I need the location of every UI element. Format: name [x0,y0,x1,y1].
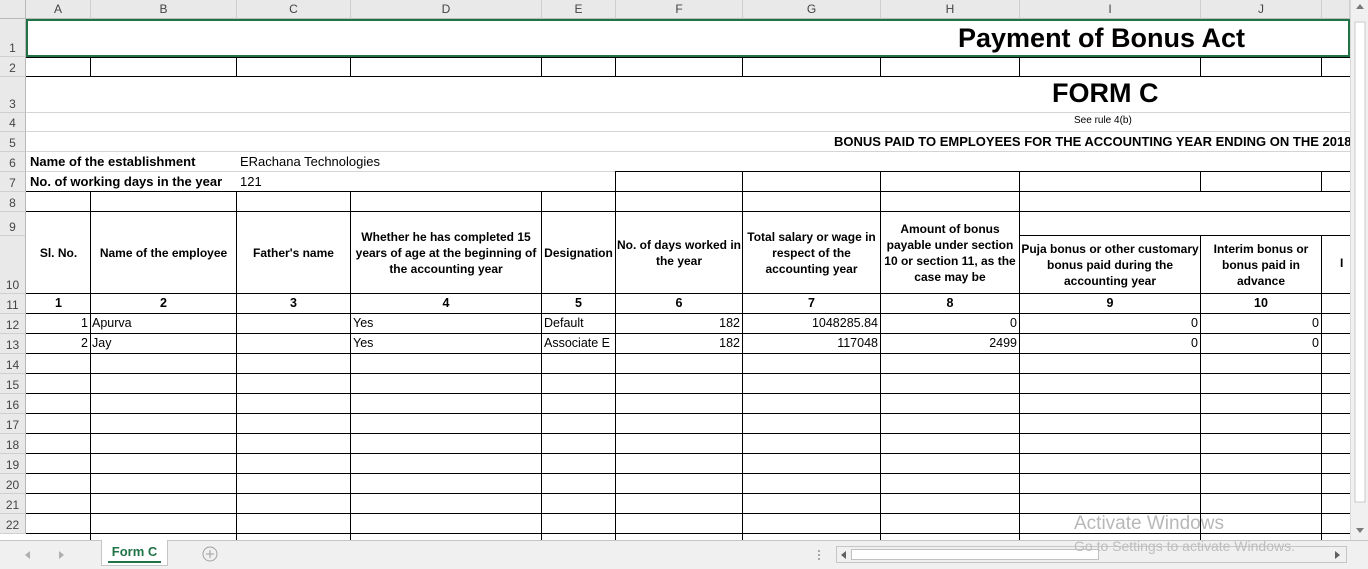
scroll-right-icon[interactable] [1333,550,1341,560]
row-header-17[interactable]: 17 [0,414,26,434]
table-row-2-interim[interactable]: 0 [1201,334,1321,353]
row-header-3[interactable]: 3 [0,77,26,113]
col-number-8: 8 [946,296,954,310]
header-interim-bonus: Interim bonus or bonus paid in advance [1213,241,1309,288]
row-header-13[interactable]: 13 [0,334,26,354]
row-header-11[interactable]: 11 [0,294,26,314]
col-number-3: 3 [290,296,297,310]
column-header-h[interactable]: H [881,0,1020,19]
column-header-d[interactable]: D [351,0,542,19]
table-row-2-designation[interactable]: Associate E [544,334,615,353]
establishment-label: Name of the establishment [30,154,196,169]
activate-windows-watermark: Activate Windows [1074,513,1224,534]
tab-form-c[interactable]: Form C [101,540,168,566]
table-row-1-designation[interactable]: Default [544,314,615,333]
col-number-6: 6 [675,296,683,310]
vertical-scrollbar-graphics [1354,4,1366,533]
table-row-2-sl[interactable]: 2 [27,334,90,353]
table-row-1-father[interactable] [237,314,350,333]
column-header-e[interactable]: E [542,0,616,19]
sheet-nav-arrows-icon[interactable] [22,549,72,561]
row-header-9[interactable]: 9 [0,212,26,236]
row-header-6[interactable]: 6 [0,152,26,172]
spreadsheet-grid[interactable]: A B C D E F G H I J 1 2 3 4 5 6 7 8 9 10… [0,0,1368,540]
table-row-1-bonus[interactable]: 0 [881,314,1019,333]
table-row-2-days[interactable]: 182 [616,334,742,353]
table-row-2-puja[interactable]: 0 [1020,334,1200,353]
row-header-5[interactable]: 5 [0,132,26,152]
table-row-2-salary[interactable]: 117048 [743,334,880,353]
scroll-thumb [1354,21,1366,503]
vertical-scrollbar[interactable] [1350,0,1368,540]
column-header-g[interactable]: G [743,0,881,19]
row-header-7[interactable]: 7 [0,172,26,192]
report-subtitle: BONUS PAID TO EMPLOYEES FOR THE ACCOUNTI… [834,134,1350,149]
row-header-19[interactable]: 19 [0,454,26,474]
row-header-21[interactable]: 21 [0,494,26,514]
table-row-1-age15[interactable]: Yes [353,314,541,333]
form-title: FORM C [1052,78,1159,108]
page-title: Payment of Bonus Act [958,23,1246,53]
row-header-12[interactable]: 12 [0,314,26,334]
header-sl-no: Sl. No. [39,245,78,260]
row-header-18[interactable]: 18 [0,434,26,454]
header-designation: Designation [544,245,613,260]
working-days-value[interactable]: 121 [240,172,340,192]
table-row-1-salary[interactable]: 1048285.84 [743,314,880,333]
rule-reference: See rule 4(b) [1074,115,1132,126]
header-father-name: Father's name [253,245,334,260]
scroll-down-icon [1356,528,1364,533]
table-row-2-name[interactable]: Jay [92,334,236,353]
row-header-2[interactable]: 2 [0,57,26,77]
table-row-1-days[interactable]: 182 [616,314,742,333]
activate-windows-subtext: Go to Settings to activate Windows. [1074,538,1295,554]
header-puja-bonus: Puja bonus or other customary bonus paid… [1021,241,1199,288]
header-bonus-payable: Amount of bonus payable under section 10… [884,221,1016,284]
row-header-10[interactable]: 10 [0,236,26,294]
row-header-20[interactable]: 20 [0,474,26,494]
add-sheet-icon[interactable] [202,546,218,562]
column-header-b[interactable]: B [91,0,237,19]
table-row-2-age15[interactable]: Yes [353,334,541,353]
row-header-8[interactable]: 8 [0,192,26,212]
col-number-9: 9 [1106,296,1114,310]
scroll-left-icon[interactable] [840,550,848,560]
header-age-15: Whether he has completed 15 years of age… [355,229,537,276]
establishment-value[interactable]: ERachana Technologies [240,152,440,172]
row-header-15[interactable]: 15 [0,374,26,394]
column-header-a[interactable]: A [26,0,91,19]
table-row-1-puja[interactable]: 0 [1020,314,1200,333]
table-row-1-name[interactable]: Apurva [92,314,236,333]
row-header-22[interactable]: 22 [0,514,26,534]
select-all-corner[interactable] [0,0,26,19]
col-number-4: 4 [442,296,450,310]
table-row-2-bonus[interactable]: 2499 [881,334,1019,353]
col-number-10: 10 [1254,296,1268,310]
table-row-1-sl[interactable]: 1 [27,314,90,333]
horizontal-scroll-thumb[interactable] [851,549,1099,560]
column-header-c[interactable]: C [237,0,351,19]
row-header-1[interactable]: 1 [0,19,26,57]
header-total-salary: Total salary or wage in respect of the a… [747,229,876,276]
table-row-1-interim[interactable]: 0 [1201,314,1321,333]
header-k-partial: I [1340,256,1344,270]
col-number-7: 7 [808,296,815,310]
col-number-2: 2 [160,296,167,310]
column-header-k[interactable] [1322,0,1350,19]
working-days-label: No. of working days in the year [30,174,223,189]
scroll-up-icon [1356,4,1364,9]
column-header-f[interactable]: F [616,0,743,19]
col-number-5: 5 [575,296,582,310]
row-header-4[interactable]: 4 [0,113,26,132]
header-days-worked: No. of days worked in the year [616,237,742,268]
column-header-i[interactable]: I [1020,0,1201,19]
header-employee-name: Name of the employee [99,245,228,260]
table-row-2-father[interactable] [237,334,350,353]
row-header-16[interactable]: 16 [0,394,26,414]
col-number-1: 1 [55,296,62,310]
row-header-14[interactable]: 14 [0,354,26,374]
splitter-dots-icon[interactable] [815,549,823,561]
column-header-j[interactable]: J [1201,0,1322,19]
